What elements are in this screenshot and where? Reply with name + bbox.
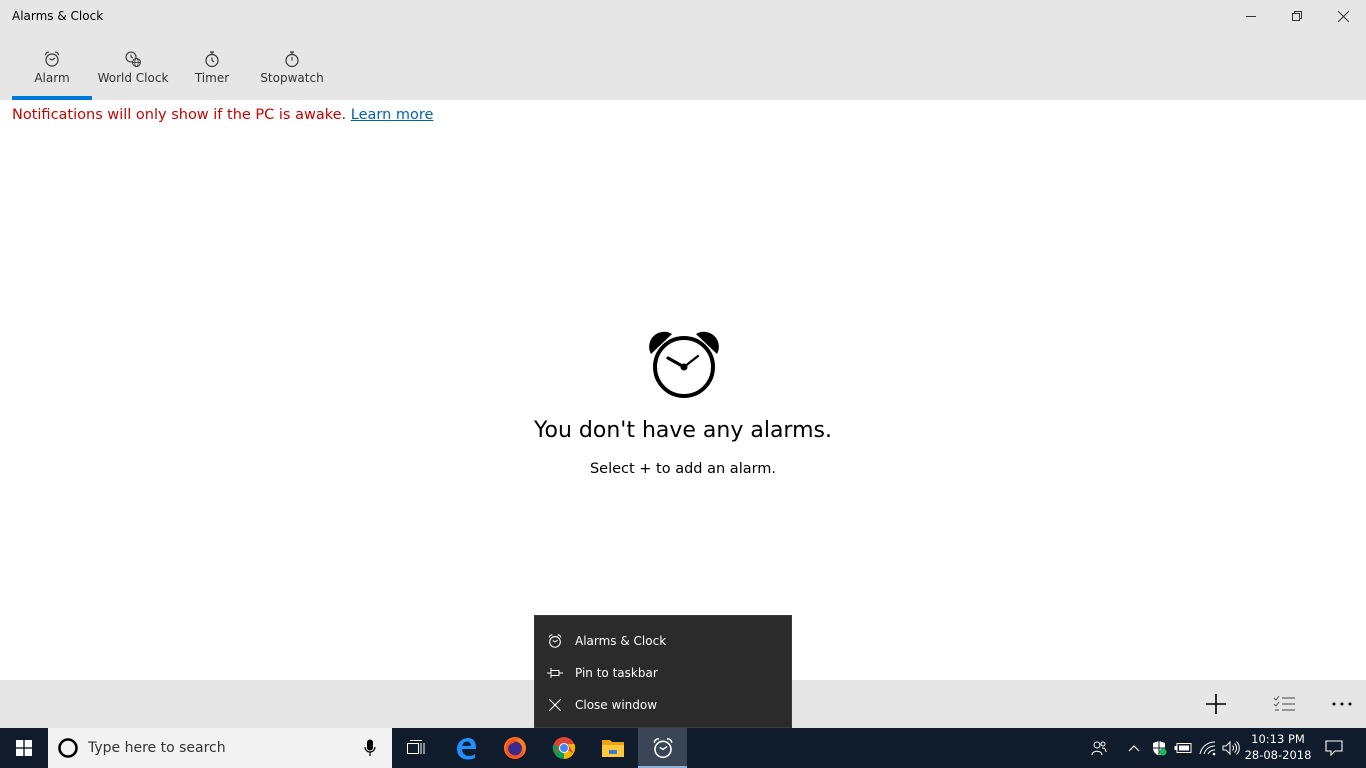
chrome-icon xyxy=(552,737,576,759)
start-button[interactable] xyxy=(0,728,48,768)
jump-list-pin-to-taskbar[interactable]: Pin to taskbar xyxy=(535,657,791,689)
taskbar-alarms-clock[interactable] xyxy=(638,728,687,768)
alarm-clock-icon xyxy=(43,49,61,69)
jump-list-open-app[interactable]: Alarms & Clock xyxy=(535,625,791,657)
tab-timer-label: Timer xyxy=(194,71,230,85)
taskbar-clock[interactable]: 10:13 PM 28-08-2018 xyxy=(1244,731,1312,763)
tab-timer[interactable]: Timer xyxy=(182,32,242,100)
people-button[interactable] xyxy=(1086,728,1112,768)
chevron-up-icon xyxy=(1128,745,1140,752)
edge-browser-icon xyxy=(457,738,476,760)
microphone-icon[interactable] xyxy=(364,739,376,757)
tab-stopwatch[interactable]: Stopwatch xyxy=(252,32,332,100)
volume-tray-button[interactable] xyxy=(1220,728,1242,768)
jump-list-close-window[interactable]: Close window xyxy=(535,689,791,721)
more-options-button[interactable] xyxy=(1320,680,1364,728)
clock-date: 28-08-2018 xyxy=(1244,748,1312,762)
taskbar-edge[interactable] xyxy=(442,728,490,768)
add-alarm-button[interactable] xyxy=(1194,680,1238,728)
learn-more-link[interactable]: Learn more xyxy=(351,107,434,123)
close-button[interactable] xyxy=(1320,0,1366,32)
checklist-icon xyxy=(1273,695,1295,711)
jump-list-label: Close window xyxy=(575,698,658,712)
timer-icon xyxy=(203,49,221,69)
wifi-icon xyxy=(1199,741,1216,756)
jump-list-label: Alarms & Clock xyxy=(575,634,667,648)
more-icon xyxy=(1332,702,1352,706)
jump-list-label: Pin to taskbar xyxy=(575,666,658,680)
alarm-clock-illustration-icon xyxy=(648,330,720,402)
taskbar-firefox[interactable] xyxy=(491,728,539,768)
title-bar: Alarms & Clock xyxy=(0,0,1366,32)
taskbar-file-explorer[interactable] xyxy=(589,728,637,768)
battery-tray-button[interactable] xyxy=(1172,728,1194,768)
select-alarms-button[interactable] xyxy=(1262,680,1306,728)
alarm-clock-icon xyxy=(535,625,575,657)
tab-alarm[interactable]: Alarm xyxy=(12,32,92,100)
windows-logo-icon xyxy=(16,740,32,756)
task-view-icon xyxy=(407,740,425,754)
close-icon xyxy=(1337,10,1349,22)
plus-icon xyxy=(1206,694,1226,714)
minimize-icon xyxy=(1246,16,1256,17)
minimize-button[interactable] xyxy=(1228,0,1274,32)
tab-world-clock[interactable]: World Clock xyxy=(92,32,174,100)
taskbar: Type here to search 10:13 PM 28-08-2018 xyxy=(0,728,1366,768)
search-placeholder: Type here to search xyxy=(88,740,226,756)
show-hidden-icons-button[interactable] xyxy=(1124,728,1144,768)
people-icon xyxy=(1091,741,1107,756)
taskbar-jump-list: Alarms & Clock Pin to taskbar Close wind… xyxy=(534,615,792,728)
network-tray-button[interactable] xyxy=(1197,728,1219,768)
notification-text: Notifications will only show if the PC i… xyxy=(12,107,347,123)
notification-icon xyxy=(1325,740,1343,756)
volume-icon xyxy=(1222,740,1240,756)
defender-tray-button[interactable] xyxy=(1148,728,1170,768)
tab-alarm-label: Alarm xyxy=(34,71,70,85)
tab-bar: Alarm World Clock Timer Stopwatch xyxy=(0,32,1366,100)
empty-state-title: You don't have any alarms. xyxy=(534,418,832,443)
pin-icon xyxy=(535,657,575,689)
restore-icon xyxy=(1292,11,1302,21)
window-title: Alarms & Clock xyxy=(12,9,104,23)
restore-button[interactable] xyxy=(1274,0,1320,32)
tab-stopwatch-label: Stopwatch xyxy=(260,71,324,85)
notification-warning: Notifications will only show if the PC i… xyxy=(12,107,433,123)
shield-icon xyxy=(1153,741,1167,756)
folder-icon xyxy=(602,740,624,757)
action-center-button[interactable] xyxy=(1318,728,1350,768)
alarm-clock-icon xyxy=(653,738,672,759)
world-clock-icon xyxy=(124,49,142,69)
taskbar-search-box[interactable]: Type here to search xyxy=(48,728,392,768)
close-icon xyxy=(535,689,575,721)
cortana-icon xyxy=(58,738,78,758)
stopwatch-icon xyxy=(283,49,301,69)
tab-world-clock-label: World Clock xyxy=(97,71,169,85)
taskbar-chrome[interactable] xyxy=(540,728,588,768)
clock-time: 10:13 PM xyxy=(1251,732,1305,746)
task-view-button[interactable] xyxy=(392,728,440,768)
battery-icon xyxy=(1174,743,1192,753)
empty-state-subtitle: Select + to add an alarm. xyxy=(589,461,777,477)
selected-tab-indicator xyxy=(12,96,92,100)
firefox-icon xyxy=(504,737,526,759)
